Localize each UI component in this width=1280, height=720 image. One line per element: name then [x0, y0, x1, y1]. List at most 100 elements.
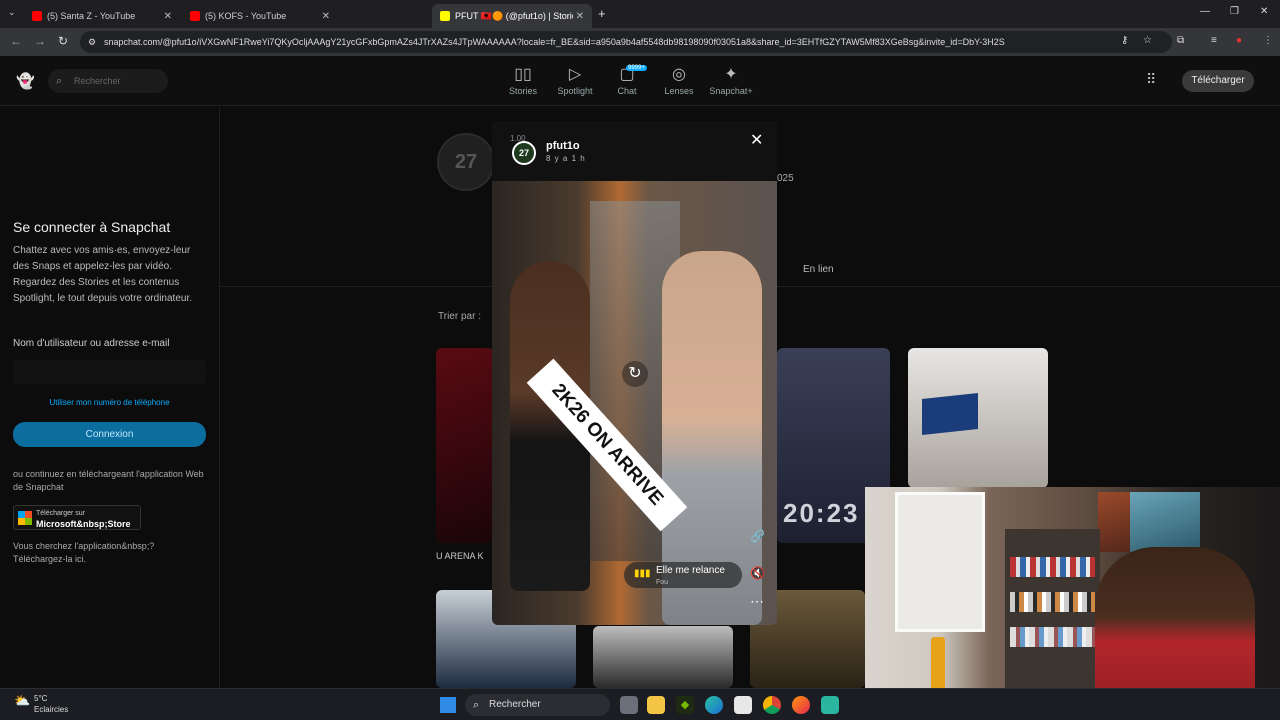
- weather-status: Eclaircies: [34, 705, 69, 714]
- menu-icon[interactable]: ⋮: [1263, 35, 1273, 46]
- edge-icon[interactable]: [705, 696, 723, 714]
- task-view-icon[interactable]: [620, 696, 638, 714]
- file-explorer-icon[interactable]: [647, 696, 665, 714]
- temperature: 5°C: [34, 694, 48, 703]
- nav-chat[interactable]: ▢ Chat 9999+: [604, 64, 650, 96]
- taskbar-search-label: Rechercher: [489, 699, 541, 710]
- music-artist: Fou: [656, 579, 669, 586]
- thumbnail-graphic: 20:23: [783, 498, 860, 528]
- tab-santa-z[interactable]: (5) Santa Z - YouTube ✕: [24, 4, 180, 28]
- link-icon[interactable]: 🔗: [750, 529, 765, 543]
- browser-tab-strip: ⌄ (5) Santa Z - YouTube ✕ (5) KOFS - You…: [0, 0, 1280, 28]
- back-icon[interactable]: ←: [10, 34, 22, 48]
- browser-toolbar: ← → ↻ ⚙ snapchat.com/@pfut1o/iVXGwNF1Rwe…: [0, 28, 1280, 56]
- search-icon: ⌕: [56, 75, 63, 87]
- profile-avatar[interactable]: 27: [437, 133, 495, 191]
- firefox-icon[interactable]: [792, 696, 810, 714]
- site-info-icon[interactable]: ⚙: [88, 31, 96, 53]
- login-button[interactable]: Connexion: [13, 422, 206, 447]
- close-icon[interactable]: ✕: [164, 11, 172, 22]
- webcam-books: [1010, 557, 1095, 577]
- webcam-overlay: [865, 487, 1280, 720]
- search-placeholder: Rechercher: [74, 76, 121, 86]
- nav-lenses[interactable]: ◎ Lenses: [656, 64, 702, 96]
- youtube-icon: [32, 11, 42, 21]
- extensions-icon[interactable]: ⧉: [1177, 35, 1184, 46]
- snapchat-header: 👻 ⌕ Rechercher ▯▯ Stories ▷ Spotlight ▢ …: [0, 56, 1280, 106]
- media-control-icon[interactable]: ≡: [1211, 35, 1217, 46]
- username-label: Nom d'utilisateur ou adresse e-mail: [13, 338, 170, 349]
- store-small-label: Télécharger sur: [36, 510, 86, 517]
- profile-date-fragment: 025: [777, 173, 794, 184]
- bookmark-star-icon[interactable]: ☆: [1143, 35, 1152, 46]
- microsoft-store-badge[interactable]: Télécharger sur Microsoft&nbsp;Store: [13, 505, 141, 530]
- close-icon[interactable]: ✕: [576, 11, 584, 22]
- search-input[interactable]: ⌕ Rechercher: [48, 69, 168, 93]
- music-sticker[interactable]: ▮▮▮ Elle me relance Fou: [624, 562, 742, 588]
- close-icon[interactable]: ✕: [322, 11, 330, 22]
- tab-related[interactable]: En lien: [803, 264, 834, 275]
- replay-icon[interactable]: ↻: [622, 361, 648, 387]
- more-options-icon[interactable]: ⋯: [750, 593, 764, 610]
- story-avatar[interactable]: 27: [512, 141, 536, 165]
- weather-cloud-icon: ⛅: [14, 693, 31, 708]
- tab-pfut-stories[interactable]: PFUT 🇦🇱🟠 (@pfut1o) | Stories ✕: [432, 4, 592, 28]
- snapchat-ghost-icon[interactable]: 👻: [16, 72, 35, 90]
- story-viewer[interactable]: 1.00 27 pfut1o 8 y a 1 h ✕ ↻ 2K26 ON ARR…: [492, 121, 777, 625]
- thumbnail-title: U ARENA K: [436, 551, 484, 561]
- store-name: Microsoft&nbsp;Store: [36, 519, 131, 529]
- lens-icon: ◎: [672, 66, 686, 83]
- spotlight-thumbnail[interactable]: [908, 348, 1048, 488]
- app-download-text: ou continuez en téléchargeant l'applicat…: [13, 469, 204, 492]
- taskbar-search[interactable]: ⌕ Rechercher: [465, 694, 610, 716]
- nav-snapchat-plus[interactable]: ✦ Snapchat+: [708, 64, 754, 96]
- nav-stories[interactable]: ▯▯ Stories: [500, 64, 546, 96]
- windows-start-icon[interactable]: [440, 697, 456, 713]
- weather-widget[interactable]: ⛅ 5°C Eclaircies: [14, 693, 68, 715]
- new-tab-button[interactable]: +: [598, 6, 606, 21]
- tab-title: (5) KOFS - YouTube: [205, 11, 287, 21]
- tab-search-icon[interactable]: ⌄: [8, 7, 16, 18]
- snapchat-icon: [440, 11, 450, 21]
- microsoft-logo-icon: [18, 511, 32, 525]
- minimize-icon[interactable]: —: [1200, 6, 1210, 17]
- username-field[interactable]: [13, 360, 206, 384]
- spotlight-thumbnail[interactable]: [436, 348, 494, 543]
- forward-icon[interactable]: →: [34, 34, 46, 48]
- app-icon[interactable]: [821, 696, 839, 714]
- reload-icon[interactable]: ↻: [58, 34, 68, 48]
- webcam-window: [895, 492, 985, 632]
- music-title: Elle me relance: [656, 565, 725, 576]
- download-button[interactable]: Télécharger: [1182, 70, 1254, 92]
- nav-label: Stories: [508, 86, 537, 96]
- profile-icon[interactable]: ●: [1236, 35, 1242, 46]
- url-text: snapchat.com/@pfut1o/iVXGwNF1RweYi7QKyOc…: [104, 37, 1005, 47]
- maximize-icon[interactable]: ❐: [1230, 6, 1239, 17]
- youtube-icon: [190, 11, 200, 21]
- mute-icon[interactable]: 🔇: [750, 566, 765, 580]
- nav-label: Spotlight: [557, 86, 593, 96]
- tab-title: PFUT 🇦🇱🟠 (@pfut1o) | Stories: [455, 10, 573, 21]
- nvidia-icon[interactable]: ◆: [676, 696, 694, 714]
- nav-spotlight[interactable]: ▷ Spotlight: [552, 64, 598, 96]
- apps-grid-icon[interactable]: ⠿: [1146, 71, 1156, 88]
- tab-title: (5) Santa Z - YouTube: [47, 11, 136, 21]
- chrome-icon[interactable]: [763, 696, 781, 714]
- tab-kofs[interactable]: (5) KOFS - YouTube ✕: [182, 4, 338, 28]
- story-username[interactable]: pfut1o: [546, 140, 580, 152]
- close-icon[interactable]: ✕: [750, 130, 763, 150]
- music-bars-icon: ▮▮▮: [634, 568, 651, 579]
- phone-number-link[interactable]: Utiliser mon numéro de téléphone: [13, 398, 206, 407]
- webcam-poster: [1130, 492, 1200, 552]
- thumbnail-tv: [922, 393, 978, 435]
- sort-label[interactable]: Trier par :: [438, 311, 481, 322]
- microsoft-store-icon[interactable]: [734, 696, 752, 714]
- nav-label: Lenses: [664, 86, 694, 96]
- address-bar[interactable]: ⚙ snapchat.com/@pfut1o/iVXGwNF1RweYi7QKy…: [80, 31, 1172, 53]
- stories-icon: ▯▯: [514, 66, 532, 83]
- chat-badge: 9999+: [626, 65, 647, 71]
- close-window-icon[interactable]: ✕: [1260, 6, 1268, 17]
- nav-label: Chat: [617, 86, 637, 96]
- password-key-icon[interactable]: ⚷: [1121, 35, 1128, 46]
- spotlight-thumbnail[interactable]: [593, 626, 733, 688]
